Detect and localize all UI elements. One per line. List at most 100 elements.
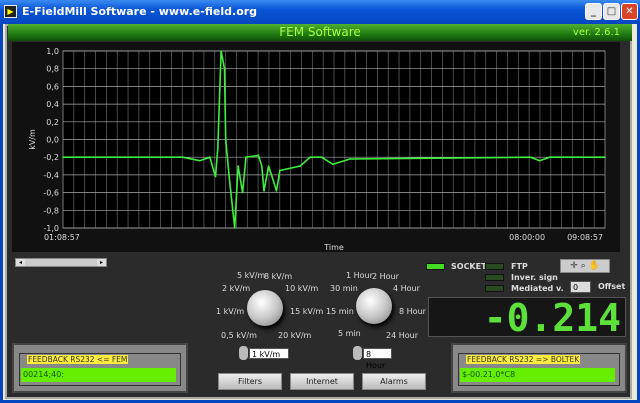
data-point [209,156,211,158]
timebase-label: 15 min [326,307,354,316]
mediated-led[interactable] [485,285,504,292]
scroll-left-arrow[interactable]: ◂ [16,259,25,266]
scroll-right-arrow[interactable]: ▸ [97,259,106,266]
data-point [228,174,230,176]
data-point [220,50,222,52]
data-point [279,169,281,172]
y-tick-label: 0,6 [46,82,59,91]
y-tick-label: 0,4 [46,100,59,109]
range-label: 15 kV/m [290,307,324,316]
data-point [299,165,301,167]
header-bar: FEM Software ver. 2.6.1 [8,24,632,41]
timebase-label: 2 Hour [372,272,399,281]
minimize-button[interactable]: _ [585,3,602,20]
y-tick-label: -0,8 [43,206,59,215]
data-point [62,156,64,158]
timebase-label: 8 Hour [399,307,426,316]
version-label: ver. 2.6.1 [572,27,620,38]
range-label: 0,5 kV/m [221,331,257,340]
y-tick-label: 0,0 [46,136,59,145]
timebase-label: 1 Hour [346,271,373,280]
maximize-button[interactable]: □ [603,3,620,20]
graph-tools-palette[interactable]: ✛ ⌕ ✋ [560,259,610,273]
data-point [214,175,217,178]
close-button[interactable]: ✕ [621,3,638,20]
chart-scrollbar[interactable]: ◂ ▸ [15,258,107,267]
field-value-display: -0.214 [428,297,626,338]
y-axis-label: kV/m [28,129,37,150]
y-tick-label: -0,2 [43,153,59,162]
data-point [263,190,265,192]
data-point [181,156,184,158]
data-point [332,163,334,166]
data-point [548,156,551,158]
y-tick-label: 1,0 [46,47,59,56]
ftp-led[interactable] [485,263,504,270]
chart-panel: 1,0 0,8 0,6 0,4 0,2 0,0 -0,2 -0,4 -0,6 -0,8 -1,0 01… [12,42,620,252]
data-point [349,158,351,160]
app-icon: ▶ [4,5,17,18]
data-point [604,156,606,158]
data-point [275,190,278,192]
timebase-label: 24 Hour [386,331,418,340]
data-point [245,156,247,158]
range-label: 10 kV/m [285,284,319,293]
y-tick-label: 0,8 [46,65,59,74]
data-point [538,159,541,162]
data-point [529,156,532,158]
data-point [224,138,227,141]
data-point [309,156,312,158]
range-label: 8 kV/m [264,272,293,281]
inver-sign-label: Inver. sign [511,273,558,282]
timebase-knob[interactable] [356,288,392,324]
socket-label: SOCKET [451,262,487,271]
data-point [216,147,219,150]
y-tick-label: -0,6 [43,189,59,198]
socket-led [426,263,445,270]
window-title: E-FieldMill Software - www.e-field.org [22,5,258,18]
feedback-in-value: 00214;40: [21,368,176,382]
offset-label: Offset [598,282,626,291]
feedback-in-title: FEEDBACK RS232 <= FEM [27,355,129,364]
y-tick-label: 0,2 [46,118,59,127]
filters-button[interactable]: Filters [218,373,282,390]
range-value-field[interactable]: 1 kV/m [249,348,289,359]
ftp-label: FTP [511,262,528,271]
y-tick-label: -1,0 [43,224,59,233]
range-label: 20 kV/m [278,331,312,340]
internet-button[interactable]: Internet [290,373,354,390]
data-point [257,154,260,157]
data-point [320,156,323,158]
mediated-label: Mediated v. [511,284,564,293]
inver-sign-led[interactable] [485,274,504,281]
timebase-label: 30 min [330,284,358,293]
x-tick-label: 09:08:57 [567,233,603,242]
timebase-label: 4 Hour [393,284,420,293]
timebase-spinner[interactable] [353,346,362,360]
x-axis-label: Time [323,243,344,252]
timebase-value-field[interactable]: 8 Hour [363,348,392,370]
data-point [237,165,239,167]
range-knob[interactable] [247,290,283,326]
y-tick-label: -0,4 [43,171,59,180]
offset-input[interactable]: 0 [570,281,591,293]
field-chart[interactable]: 1,0 0,8 0,6 0,4 0,2 0,0 -0,2 -0,4 -0,6 -0,8 -1,001… [12,42,620,252]
timebase-label: 5 min [338,329,361,338]
range-label: 5 kV/m [237,271,266,280]
title-bar[interactable]: ▶ E-FieldMill Software - www.e-field.org… [0,0,640,24]
data-point [267,165,270,167]
range-spinner[interactable] [239,346,248,360]
data-point [233,227,236,229]
alarms-button[interactable]: Alarms [362,373,426,390]
feedback-out-title: FEEDBACK RS232 => BOLTEK [466,355,581,364]
data-point [223,67,226,70]
range-label: 1 kV/m [216,307,245,316]
app-title: FEM Software [279,25,361,39]
data-point [198,159,201,162]
data-point [241,191,244,194]
data-point [260,165,263,167]
range-label: 2 kV/m [222,284,251,293]
feedback-out-value: $-00.21,0*C8 [460,368,615,382]
feedback-in-panel: FEEDBACK RS232 <= FEM 00214;40: [12,343,188,393]
feedback-out-panel: FEEDBACK RS232 => BOLTEK $-00.21,0*C8 [451,343,627,393]
